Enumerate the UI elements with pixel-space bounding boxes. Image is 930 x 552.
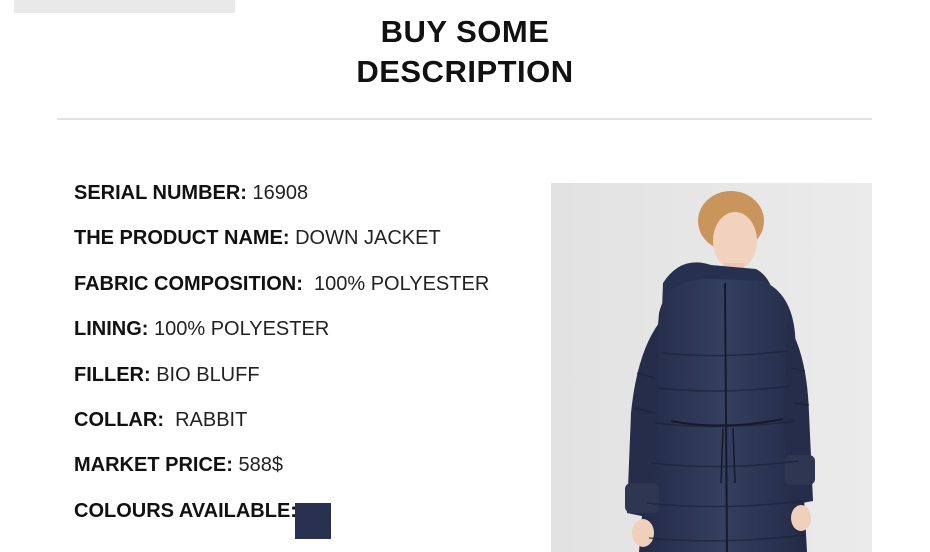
spec-value: RABBIT <box>163 408 248 431</box>
colour-swatch-navy[interactable] <box>295 503 331 539</box>
spec-serial-number: SERIAL NUMBER: 16908 <box>74 180 489 225</box>
spec-market-price: MARKET PRICE: 588$ <box>74 452 489 497</box>
colours-label: COLOURS AVAILABLE: <box>74 500 297 522</box>
model-in-down-jacket-image <box>551 183 872 552</box>
spec-value: DOWN JACKET <box>289 227 441 250</box>
title-line-1: BUY SOME <box>380 14 550 49</box>
spec-product-name: THE PRODUCT NAME: DOWN JACKET <box>74 225 489 270</box>
spec-filler: FILLER: BIO BLUFF <box>74 362 489 407</box>
spec-label: THE PRODUCT NAME: <box>74 227 290 250</box>
spec-collar: COLLAR: RABBIT <box>74 407 489 452</box>
spec-value: 100% POLYESTER <box>148 318 330 341</box>
spec-label: LINING: <box>74 318 149 341</box>
title-divider <box>57 118 872 120</box>
colours-available: COLOURS AVAILABLE: <box>74 498 297 524</box>
page-title: BUY SOME DESCRIPTION <box>0 12 930 92</box>
spec-value: 16908 <box>246 182 309 204</box>
spec-lining: LINING: 100% POLYESTER <box>74 316 489 361</box>
spec-label: SERIAL NUMBER: <box>74 182 247 204</box>
title-line-2: DESCRIPTION <box>356 54 574 89</box>
spec-value: 100% POLYESTER <box>302 272 490 295</box>
spec-label: FILLER: <box>74 363 151 386</box>
spec-label: FABRIC COMPOSITION: <box>74 272 303 295</box>
spec-label: COLLAR: <box>74 408 164 431</box>
spec-label: MARKET PRICE: <box>74 454 233 477</box>
product-photo <box>551 183 872 552</box>
spec-fabric-composition: FABRIC COMPOSITION: 100% POLYESTER <box>74 271 489 316</box>
product-specs: SERIAL NUMBER: 16908 THE PRODUCT NAME: D… <box>74 180 489 498</box>
spec-value: BIO BLUFF <box>150 363 260 386</box>
spec-value: 588$ <box>232 454 283 477</box>
